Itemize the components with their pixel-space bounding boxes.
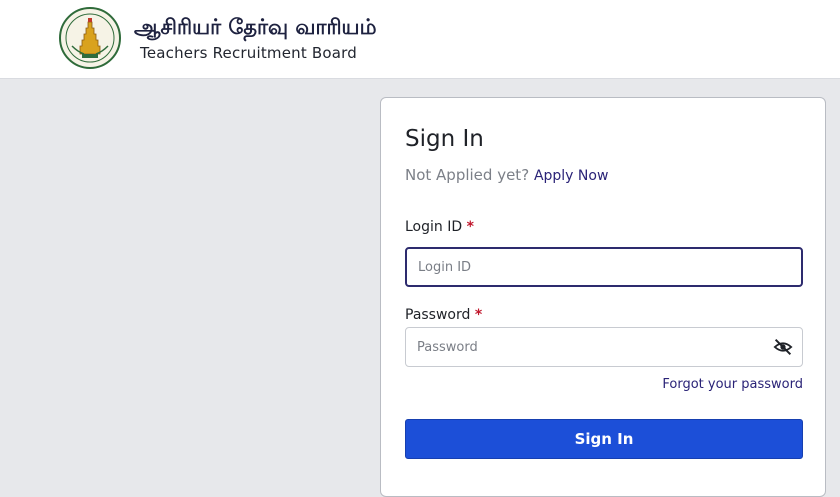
apply-now-link[interactable]: Apply Now — [534, 168, 608, 184]
login-id-input[interactable] — [405, 247, 803, 287]
required-marker: * — [474, 307, 483, 323]
tamil-nadu-emblem-icon — [59, 7, 121, 69]
signin-button[interactable]: Sign In — [405, 419, 803, 459]
eye-slash-icon[interactable] — [773, 338, 793, 356]
not-applied-text: Not Applied yet? — [405, 166, 530, 184]
signin-card: Sign In Not Applied yet? Apply Now Login… — [380, 97, 826, 497]
password-input[interactable] — [405, 327, 803, 367]
board-title-english: Teachers Recruitment Board — [140, 44, 357, 62]
forgot-password-link[interactable]: Forgot your password — [662, 377, 803, 392]
not-applied-row: Not Applied yet? Apply Now — [405, 166, 608, 184]
signin-title: Sign In — [405, 126, 484, 152]
board-title-tamil: ஆசிரியர் தேர்வு வாரியம் — [134, 15, 377, 39]
login-id-label: Login ID * — [405, 219, 474, 235]
site-header: ஆசிரியர் தேர்வு வாரியம் Teachers Recruit… — [0, 0, 840, 79]
password-label-text: Password — [405, 307, 471, 323]
login-id-label-text: Login ID — [405, 219, 463, 235]
required-marker: * — [466, 219, 474, 235]
password-label: Password * — [405, 307, 482, 323]
